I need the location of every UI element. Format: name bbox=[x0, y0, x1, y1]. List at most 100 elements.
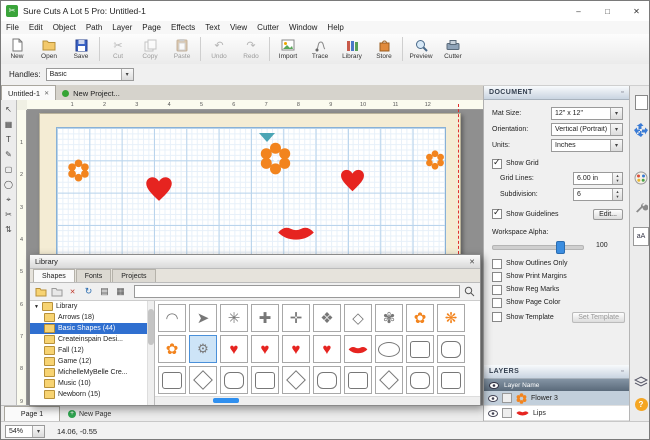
panel-collapse-icon[interactable]: ▫ bbox=[621, 89, 624, 96]
tree-item-basic-shapes[interactable]: Basic Shapes (44) bbox=[30, 323, 154, 334]
units-select[interactable]: Inches ▾ bbox=[551, 138, 623, 152]
refresh-icon[interactable]: ↻ bbox=[82, 285, 95, 298]
tree-item-arrows[interactable]: Arrows (18) bbox=[30, 312, 154, 323]
spinner-arrows-icon[interactable]: ▴ ▾ bbox=[612, 172, 622, 184]
shape-cell-diamond[interactable]: ◇ bbox=[344, 304, 372, 332]
shape-cell-diamond-outline[interactable] bbox=[189, 366, 217, 394]
shape-cell-rounded-square-2[interactable] bbox=[437, 335, 465, 363]
panel-collapse-icon[interactable]: ▫ bbox=[621, 368, 624, 375]
shape-cell-rounded-rect-3[interactable] bbox=[251, 366, 279, 394]
layer-row-lips[interactable]: Lips bbox=[484, 406, 629, 421]
library-horizontal-scrollbar[interactable] bbox=[155, 396, 480, 405]
view-grid-icon[interactable]: ▦ bbox=[114, 285, 127, 298]
copy-button[interactable]: Copy bbox=[134, 34, 166, 64]
mat-size-select[interactable]: 12" x 12" ▾ bbox=[551, 106, 623, 120]
shapes-tool[interactable]: ▦ bbox=[2, 117, 16, 132]
tab-projects[interactable]: Projects bbox=[112, 269, 156, 282]
show-grid-checkbox[interactable]: ✓ bbox=[492, 157, 502, 169]
import-button[interactable]: Import bbox=[272, 34, 304, 64]
cutter-button[interactable]: Cutter bbox=[437, 34, 469, 64]
menu-file[interactable]: File bbox=[1, 21, 24, 34]
trace-button[interactable]: Trace bbox=[304, 34, 336, 64]
shape-cell-heart-2[interactable]: ♥ bbox=[251, 335, 279, 363]
snap-tool[interactable]: ⌖ bbox=[2, 192, 16, 207]
show-page-color-checkbox[interactable] bbox=[492, 297, 502, 308]
canvas-shape-heart-2[interactable] bbox=[339, 168, 366, 198]
shape-cell-diamond-outline-2[interactable] bbox=[282, 366, 310, 394]
spinner-arrows-icon[interactable]: ▴ ▾ bbox=[612, 188, 622, 200]
wrench-icon[interactable] bbox=[633, 200, 649, 216]
text-tool[interactable]: T bbox=[2, 132, 16, 147]
store-button[interactable]: Store bbox=[368, 34, 400, 64]
grid-lines-spinner[interactable]: 6.00 in ▴ ▾ bbox=[573, 171, 623, 185]
shape-cell-rounded-rect-7[interactable] bbox=[437, 366, 465, 394]
slider-thumb[interactable] bbox=[556, 240, 566, 254]
shape-cell-flower-orange-1[interactable]: ✿ bbox=[406, 304, 434, 332]
menu-cutter[interactable]: Cutter bbox=[252, 21, 284, 34]
document-panel-header[interactable]: DOCUMENT ▫ bbox=[484, 86, 629, 100]
tab-untitled-1[interactable]: Untitled-1 ✕ bbox=[1, 85, 57, 100]
menu-layer[interactable]: Layer bbox=[107, 21, 137, 34]
open-button[interactable]: Open bbox=[33, 34, 65, 64]
shape-cell-rounded-rect-2[interactable] bbox=[220, 366, 248, 394]
shape-cell-rounded-rect[interactable] bbox=[158, 366, 186, 394]
shape-cell-flower-outline[interactable]: ✾ bbox=[375, 304, 403, 332]
minimize-button[interactable]: – bbox=[564, 1, 593, 21]
shape-cell-asterisk[interactable]: ✳ bbox=[220, 304, 248, 332]
view-list-icon[interactable]: ▤ bbox=[98, 285, 111, 298]
new-button[interactable]: New bbox=[1, 34, 33, 64]
tree-item-game[interactable]: Game (12) bbox=[30, 356, 154, 367]
menu-view[interactable]: View bbox=[225, 21, 252, 34]
tree-scrollbar[interactable] bbox=[147, 301, 154, 405]
remove-folder-icon[interactable] bbox=[50, 285, 63, 298]
shape-cell-gear[interactable]: ⚙ bbox=[189, 335, 217, 363]
undo-button[interactable]: ↶ Undo bbox=[203, 34, 235, 64]
shape-cell-rounded-rect-6[interactable] bbox=[406, 366, 434, 394]
set-template-button[interactable]: Set Template bbox=[572, 311, 625, 323]
tree-item-michellemybelle[interactable]: MichelleMyBelle Cre... bbox=[30, 367, 154, 378]
maximize-button[interactable]: □ bbox=[593, 1, 622, 21]
paste-button[interactable]: Paste bbox=[166, 34, 198, 64]
shape-cell-diamond-outline-3[interactable] bbox=[375, 366, 403, 394]
page-1-tab[interactable]: Page 1 bbox=[4, 406, 60, 421]
menu-path[interactable]: Path bbox=[81, 21, 107, 34]
search-icon[interactable] bbox=[463, 285, 476, 298]
show-reg-marks-checkbox[interactable] bbox=[492, 284, 502, 295]
tree-item-newborn[interactable]: Newborn (15) bbox=[30, 389, 154, 400]
text-style-icon[interactable]: aA bbox=[633, 226, 649, 246]
library-search-input[interactable] bbox=[134, 285, 460, 298]
canvas-shape-flower-3[interactable] bbox=[425, 150, 445, 175]
shape-cell-diamonds[interactable]: ❖ bbox=[313, 304, 341, 332]
shape-cell-lips[interactable] bbox=[344, 335, 372, 363]
shape-cell-heart-3[interactable]: ♥ bbox=[282, 335, 310, 363]
shape-cell-arch[interactable]: ◠ bbox=[158, 304, 186, 332]
show-template-checkbox[interactable] bbox=[492, 312, 502, 322]
canvas-shape-flower-2[interactable] bbox=[259, 142, 292, 180]
layers-panel-header[interactable]: LAYERS ▫ bbox=[484, 365, 629, 379]
shape-cell-rounded-square-1[interactable] bbox=[406, 335, 434, 363]
delete-icon[interactable]: ✕ bbox=[66, 285, 79, 298]
select-tool[interactable]: ↖ bbox=[2, 102, 16, 117]
help-icon[interactable]: ? bbox=[633, 396, 649, 412]
menu-object[interactable]: Object bbox=[48, 21, 81, 34]
shape-cell-arrow[interactable]: ➤ bbox=[189, 304, 217, 332]
edit-guidelines-button[interactable]: Edit... bbox=[593, 208, 623, 220]
eye-icon[interactable] bbox=[488, 409, 498, 417]
menu-text[interactable]: Text bbox=[200, 21, 225, 34]
layer-style-icon[interactable] bbox=[502, 408, 512, 418]
canvas-shape-flower-1[interactable] bbox=[67, 159, 90, 187]
menu-window[interactable]: Window bbox=[284, 21, 322, 34]
add-folder-icon[interactable] bbox=[34, 285, 47, 298]
library-title-bar[interactable]: Library ✕ bbox=[30, 255, 480, 269]
knife-tool[interactable]: ✂ bbox=[2, 207, 16, 222]
document-page-icon[interactable] bbox=[633, 94, 649, 110]
move-icon[interactable] bbox=[633, 122, 649, 138]
layers-stack-icon[interactable] bbox=[633, 374, 649, 390]
close-button[interactable]: ✕ bbox=[622, 1, 649, 21]
orientation-select[interactable]: Vertical (Portrait) ▾ bbox=[551, 122, 623, 136]
draw-tool[interactable]: ✎ bbox=[2, 147, 16, 162]
shape-cell-oval[interactable] bbox=[375, 335, 403, 363]
shape-cell-heart-1[interactable]: ♥ bbox=[220, 335, 248, 363]
color-palette-icon[interactable] bbox=[633, 170, 649, 186]
show-outlines-checkbox[interactable] bbox=[492, 258, 502, 269]
